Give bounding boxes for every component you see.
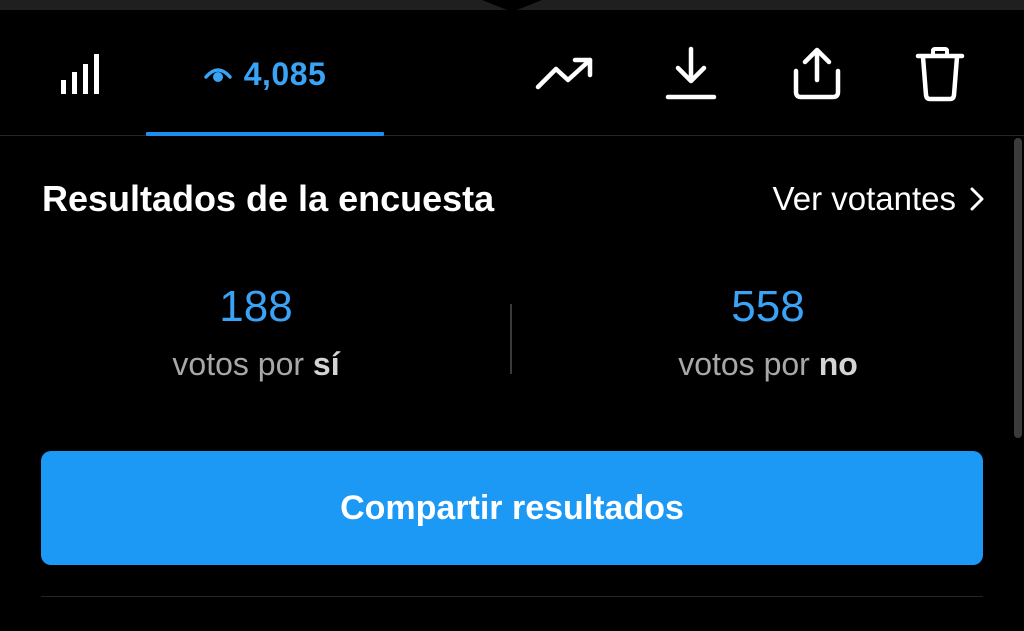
bar-chart-icon: [61, 54, 99, 94]
yes-vote-caption: votos por sí: [126, 346, 386, 383]
download-button[interactable]: [656, 12, 726, 136]
scrollbar[interactable]: [1014, 138, 1022, 438]
delete-button[interactable]: [905, 12, 975, 136]
results-divider: [510, 304, 512, 374]
yes-caption-option: sí: [312, 346, 340, 382]
chevron-right-icon: [970, 187, 984, 211]
insights-button[interactable]: [530, 12, 600, 136]
toolbar: 4,085: [0, 12, 1024, 136]
share-results-button[interactable]: Compartir resultados: [41, 451, 983, 565]
poll-yes-result: 188 votos por sí: [126, 282, 386, 383]
story-insights-screen: 4,085 Resultados de la encuesta Ver vota…: [0, 0, 1024, 631]
view-voters-link[interactable]: Ver votantes: [773, 180, 984, 218]
no-vote-count: 558: [731, 282, 805, 331]
yes-caption-prefix: votos por: [172, 346, 305, 382]
sheet-pointer: [482, 0, 542, 12]
poll-no-result: 558 votos por no: [638, 282, 898, 383]
tab-statistics[interactable]: [40, 12, 124, 136]
bottom-divider: [41, 596, 983, 597]
views-count: 4,085: [243, 55, 327, 92]
no-caption-option: no: [818, 346, 858, 382]
trash-icon: [915, 47, 965, 102]
poll-results-title: Resultados de la encuesta: [42, 178, 495, 219]
no-vote-caption: votos por no: [638, 346, 898, 383]
share-button-icon[interactable]: [782, 12, 852, 136]
share-icon: [793, 47, 841, 100]
yes-vote-count: 188: [219, 282, 293, 331]
download-icon: [665, 46, 717, 100]
tab-views[interactable]: 4,085: [146, 12, 384, 136]
trending-up-icon: [535, 57, 593, 90]
view-voters-label: Ver votantes: [772, 180, 956, 217]
eye-icon: [203, 68, 232, 82]
no-caption-prefix: votos por: [678, 346, 810, 382]
active-tab-indicator: [146, 132, 384, 136]
